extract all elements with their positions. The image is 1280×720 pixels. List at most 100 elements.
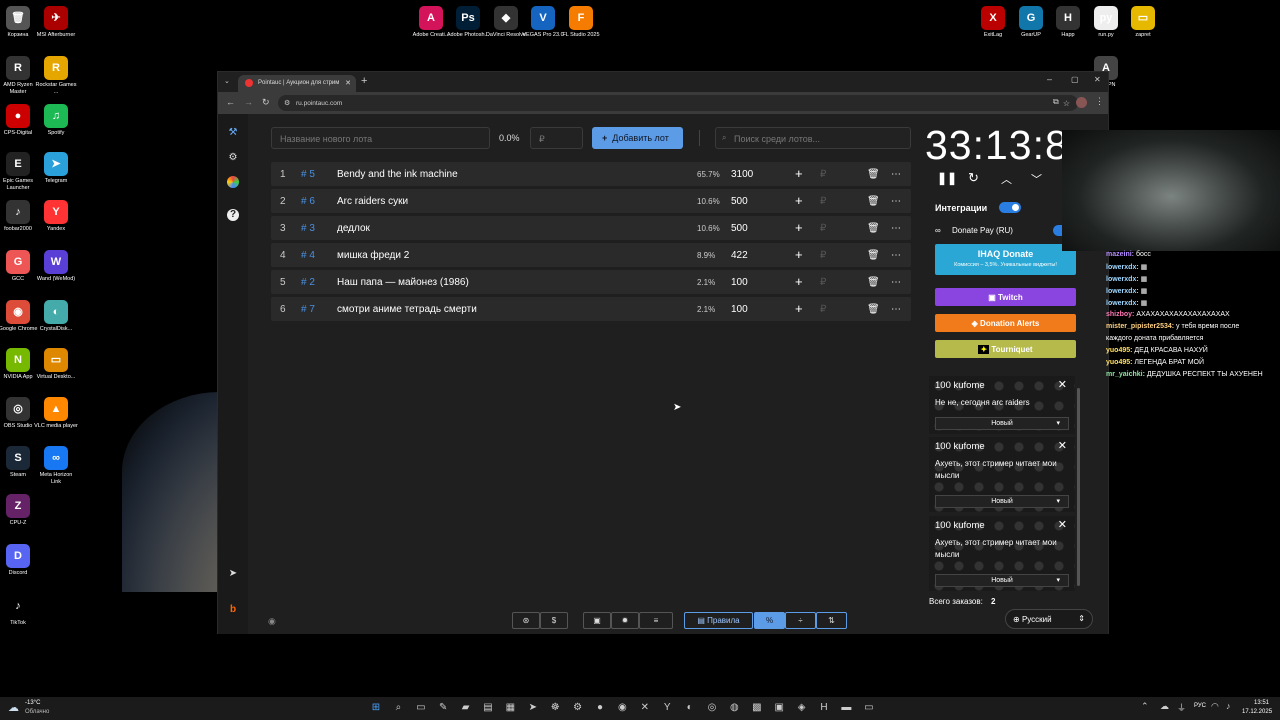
task-view-icon[interactable]: ▭ <box>414 701 428 715</box>
time-up-icon[interactable]: ︿ <box>1001 171 1012 187</box>
file-explorer-icon[interactable]: ▰ <box>459 701 473 715</box>
lot-name[interactable]: смотри аниме тетрадь смерти <box>337 304 477 315</box>
new-lot-name-input[interactable]: Название нового лота <box>271 127 490 149</box>
mic-icon[interactable]: ⏚ <box>1177 701 1186 714</box>
lot-amount[interactable]: 3100 <box>731 169 753 180</box>
boosty-icon[interactable]: b <box>227 604 239 616</box>
telegram-icon[interactable]: ➤ <box>227 568 239 580</box>
desktop-icon[interactable]: R Rockstar Games ... <box>34 56 78 95</box>
more-options-icon[interactable]: ⋯ <box>891 304 901 315</box>
browser-menu-icon[interactable]: ⋮ <box>1095 96 1104 107</box>
desktop-icon[interactable]: D Discord <box>0 544 40 577</box>
pause-icon[interactable]: ❚❚ <box>937 171 957 185</box>
donation-list-scrollbar[interactable] <box>1077 388 1080 586</box>
language-select[interactable]: ⊕ Русский ⇕ <box>1005 609 1093 629</box>
save-button[interactable]: ▣ <box>583 612 611 629</box>
auction-hammer-icon[interactable]: ⚒ <box>227 127 239 139</box>
calendar-icon[interactable]: ▦ <box>503 701 517 715</box>
lot-amount[interactable]: 100 <box>731 304 748 315</box>
profile-avatar[interactable] <box>1076 97 1087 108</box>
happ-icon[interactable]: H <box>817 701 831 715</box>
lot-name[interactable]: дедлок <box>337 223 370 234</box>
site-info-icon[interactable]: ⚙ <box>284 99 290 107</box>
discord-icon[interactable]: ◍ <box>727 701 741 715</box>
delete-lot-icon[interactable]: 🗑 <box>867 169 880 180</box>
folder-icon[interactable]: ▭ <box>862 701 876 715</box>
lot-name[interactable]: Наш папа — майонез (1986) <box>337 277 469 288</box>
delete-lot-icon[interactable]: 🗑 <box>867 304 880 315</box>
exitlag-icon[interactable]: ✕ <box>638 701 652 715</box>
more-options-icon[interactable]: ⋯ <box>891 223 901 234</box>
delete-lot-icon[interactable]: 🗑 <box>867 196 880 207</box>
telegram-icon[interactable]: ➤ <box>526 701 540 715</box>
desktop-icon[interactable]: W Wand (WeMod) <box>34 250 78 283</box>
desktop-icon[interactable]: Y Yandex <box>34 200 78 233</box>
tourniquet-button[interactable]: ✦ Tourniquet <box>935 340 1076 358</box>
donation-alerts-button[interactable]: ◈ Donation Alerts <box>935 314 1076 332</box>
desktop-icon[interactable]: ▭ Virtual Deskto... <box>34 348 78 381</box>
twitch-button[interactable]: ▣ Twitch <box>935 288 1076 306</box>
github-button[interactable]: ⊛ <box>512 612 540 629</box>
lot-amount[interactable]: 100 <box>731 277 748 288</box>
clock-date[interactable]: 17.12.2025 <box>1242 709 1272 715</box>
add-amount-icon[interactable]: + <box>795 274 803 289</box>
minecraft-icon[interactable]: ▩ <box>750 701 764 715</box>
desktop-icon[interactable]: ♪ TikTok <box>0 594 40 627</box>
ihaq-donate-button[interactable]: IHAQ Donate Комиссия – 3,5%. Уникальные … <box>935 244 1076 275</box>
search-icon[interactable]: ⌕ <box>391 701 405 715</box>
more-options-icon[interactable]: ⋯ <box>891 196 901 207</box>
start-icon[interactable]: ⊞ <box>369 701 383 715</box>
show-hidden-icons[interactable]: ⌃ <box>1141 701 1149 712</box>
help-icon[interactable]: ? <box>227 209 239 221</box>
desktop-icon[interactable]: ∞ Meta Horizon Link <box>34 446 78 485</box>
edit-icon[interactable]: ✎ <box>436 701 450 715</box>
desktop-icon[interactable]: Z CPU-Z <box>0 494 40 527</box>
add-amount-icon[interactable]: + <box>795 247 803 262</box>
window-close-icon[interactable]: ✕ <box>1094 75 1101 84</box>
lot-name[interactable]: Bendy and the ink machine <box>337 169 458 180</box>
more-options-icon[interactable]: ⋯ <box>891 250 901 261</box>
desktop-icon[interactable]: ▲ VLC media player <box>34 397 78 430</box>
tab-search-icon[interactable]: ⌄ <box>224 77 230 85</box>
lot-amount[interactable]: 422 <box>731 250 748 261</box>
time-down-icon[interactable]: ﹀ <box>1031 171 1042 187</box>
delete-lot-icon[interactable]: 🗑 <box>867 250 880 261</box>
maximize-icon[interactable]: ▢ <box>1071 75 1079 84</box>
donation-status-select[interactable]: Новый ▾ <box>935 495 1069 508</box>
desktop-icon[interactable]: ➤ Telegram <box>34 152 78 185</box>
desktop-icon[interactable]: ✈ MSI Afterburner <box>34 6 78 39</box>
network-icon[interactable]: ☁ <box>1160 701 1169 712</box>
url-field[interactable]: ⚙ ru.pointauc.com ☆ <box>278 95 1078 111</box>
dismiss-donation-icon[interactable]: ✕ <box>1058 378 1067 391</box>
steam-icon[interactable]: ☸ <box>548 701 562 715</box>
browser-tab[interactable]: Pointauc | Аукцион для стрим ✕ <box>238 75 356 92</box>
desktop-icon[interactable]: ◐ CrystalDisk... <box>34 300 78 333</box>
add-amount-icon[interactable]: + <box>795 193 803 208</box>
clock-time[interactable]: 13:51 <box>1254 700 1269 706</box>
lot-amount[interactable]: 500 <box>731 196 748 207</box>
drive-icon[interactable]: ▬ <box>839 701 853 715</box>
bookmark-star-icon[interactable]: ☆ <box>1063 99 1070 108</box>
desktop-icon[interactable]: F FL Studio 2025 <box>559 6 603 39</box>
donation-status-select[interactable]: Новый ▾ <box>935 417 1069 430</box>
tab-close-icon[interactable]: ✕ <box>345 79 351 87</box>
add-amount-icon[interactable]: + <box>795 301 803 316</box>
donation-status-select[interactable]: Новый ▾ <box>935 574 1069 587</box>
volume-icon[interactable]: ♪ <box>1226 701 1231 711</box>
lot-name[interactable]: мишка фреди 2 <box>337 250 409 261</box>
sort-list-button[interactable]: ≡ <box>639 612 673 629</box>
integrations-toggle[interactable] <box>999 202 1021 213</box>
delete-lot-icon[interactable]: 🗑 <box>867 277 880 288</box>
store-icon[interactable]: ▤ <box>481 701 495 715</box>
more-options-icon[interactable]: ⋯ <box>891 169 901 180</box>
compact-toggle-button[interactable]: ÷ <box>785 612 816 629</box>
donate-dollar-button[interactable]: $ <box>540 612 568 629</box>
add-amount-icon[interactable]: + <box>795 166 803 181</box>
desktop-icon[interactable]: ♫ Spotify <box>34 104 78 137</box>
lot-name[interactable]: Arc raiders суки <box>337 196 408 207</box>
bug-report-button[interactable]: ✹ <box>611 612 639 629</box>
add-lot-button[interactable]: + Добавить лот <box>592 127 683 149</box>
desktop-icon[interactable]: ▭ zapret <box>1121 6 1165 39</box>
delete-lot-icon[interactable]: 🗑 <box>867 223 880 234</box>
firefox-icon[interactable]: ◐ <box>683 701 697 715</box>
